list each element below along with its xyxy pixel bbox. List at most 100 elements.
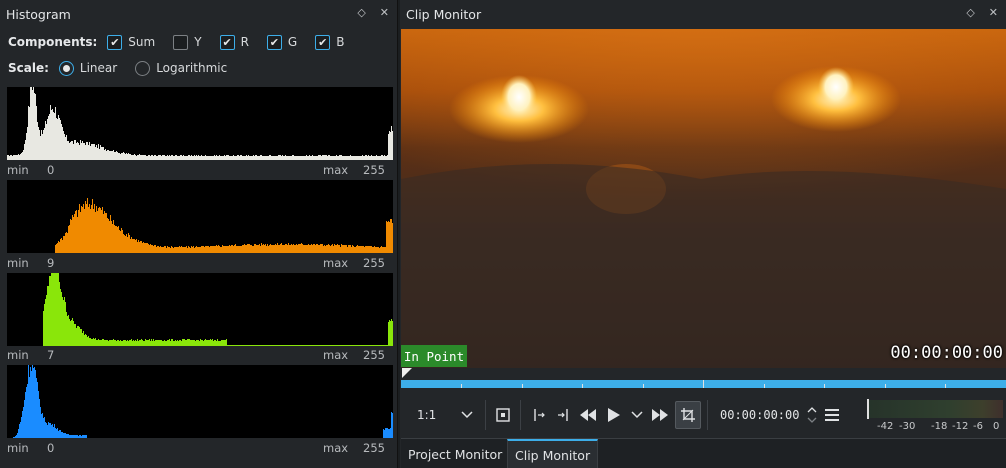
histogram-bin — [235, 244, 236, 253]
histogram-bin — [176, 155, 177, 160]
histogram-bin — [70, 219, 71, 253]
histogram-bin — [307, 245, 308, 253]
timecode-spinner[interactable] — [805, 401, 819, 429]
histogram-bin — [141, 155, 142, 160]
histogram-bin — [168, 247, 169, 253]
menu-button[interactable] — [819, 401, 845, 429]
histogram-bin — [295, 156, 296, 160]
histogram-bin — [85, 145, 86, 160]
histogram-bin — [121, 153, 122, 160]
histogram-bin — [316, 156, 317, 160]
checkbox-y[interactable]: Y — [173, 34, 202, 50]
histogram-bin — [73, 144, 74, 160]
histogram-bin — [290, 156, 291, 160]
histogram-bin — [281, 243, 282, 253]
histogram-bin — [22, 411, 23, 438]
histogram-bin — [174, 156, 175, 160]
play-button[interactable] — [601, 401, 627, 429]
set-out-point-button[interactable] — [551, 401, 575, 429]
histogram-bin — [383, 429, 384, 438]
checkbox-b[interactable]: ✔ B — [315, 34, 344, 50]
crop-button[interactable] — [675, 401, 701, 429]
histogram-green — [7, 273, 393, 346]
histogram-bin — [8, 155, 9, 160]
histogram-bin — [145, 243, 146, 253]
histogram-bin — [181, 155, 182, 160]
close-icon[interactable]: ✕ — [989, 6, 998, 19]
histogram-bin — [164, 155, 165, 160]
histogram-bin — [378, 247, 379, 253]
tab-project-monitor[interactable]: Project Monitor — [401, 439, 509, 468]
set-in-point-button[interactable] — [527, 401, 551, 429]
zoom-select[interactable]: 1:1 — [407, 401, 479, 429]
histogram-bin — [53, 273, 54, 346]
histogram-bin — [120, 231, 121, 253]
histogram-bin — [43, 418, 44, 438]
histogram-bin — [200, 156, 201, 160]
histogram-bin — [113, 150, 114, 160]
histogram-bin — [215, 156, 216, 160]
histogram-bin — [171, 339, 172, 346]
histogram-bin — [380, 247, 381, 253]
histogram-bin — [37, 122, 38, 160]
histogram-bin — [338, 156, 339, 160]
histogram-bin — [161, 247, 162, 253]
rewind-button[interactable] — [575, 401, 601, 429]
timeline-ruler[interactable] — [401, 368, 1006, 391]
histogram-bin — [168, 156, 169, 160]
histogram-bin — [375, 156, 376, 160]
playhead-icon[interactable] — [402, 368, 412, 378]
checkbox-sum[interactable]: ✔ Sum — [107, 34, 155, 50]
video-preview[interactable] — [401, 29, 1006, 368]
histogram-bin — [202, 246, 203, 253]
histogram-bin — [216, 245, 217, 253]
histogram-bin — [209, 247, 210, 253]
histogram-bin — [140, 241, 141, 253]
histogram-bin — [368, 155, 369, 160]
histogram-bin — [361, 246, 362, 253]
histogram-bin — [53, 112, 54, 160]
radio-logarithmic[interactable]: Logarithmic — [135, 60, 227, 76]
histogram-bin — [215, 246, 216, 253]
histogram-bin — [156, 247, 157, 253]
histogram-bin — [262, 245, 263, 253]
histogram-bin — [46, 124, 47, 160]
histogram-bin — [159, 155, 160, 160]
ruler-tick — [764, 384, 765, 388]
checkbox-r[interactable]: ✔ R — [219, 34, 249, 50]
checkbox-g[interactable]: ✔ G — [266, 34, 297, 50]
histogram-bin — [107, 150, 108, 160]
histogram-bin — [108, 150, 109, 160]
float-icon[interactable]: ◇ — [966, 6, 974, 19]
histogram-bin — [62, 297, 63, 346]
timecode-input[interactable]: 00:00:00:00 — [714, 401, 805, 429]
histogram-bin — [124, 235, 125, 253]
histogram-bin — [294, 156, 295, 160]
histogram-bin — [315, 245, 316, 253]
forward-button[interactable] — [647, 401, 673, 429]
histogram-bin — [239, 246, 240, 253]
histogram-bin — [374, 246, 375, 253]
float-icon[interactable]: ◇ — [357, 6, 365, 19]
histogram-bin — [272, 245, 273, 253]
close-icon[interactable]: ✕ — [380, 6, 389, 19]
histogram-bin — [193, 156, 194, 160]
histogram-bin — [308, 156, 309, 160]
histogram-bin — [357, 156, 358, 160]
play-options-button[interactable] — [627, 401, 647, 429]
histogram-bin — [213, 246, 214, 253]
histogram-bin — [217, 339, 218, 346]
histogram-bin — [223, 246, 224, 253]
histogram-bin — [371, 155, 372, 160]
radio-linear[interactable]: Linear — [58, 60, 117, 76]
histogram-bin — [64, 134, 65, 160]
histogram-bin — [317, 156, 318, 160]
histogram-bin — [92, 199, 93, 253]
histogram-bin — [251, 245, 252, 253]
tab-clip-monitor[interactable]: Clip Monitor — [507, 439, 599, 468]
zone-to-clip-button[interactable] — [492, 401, 514, 429]
histogram-bin — [78, 143, 79, 160]
histogram-bin — [202, 156, 203, 160]
histogram-bin — [389, 320, 390, 346]
histogram-bin — [359, 156, 360, 160]
